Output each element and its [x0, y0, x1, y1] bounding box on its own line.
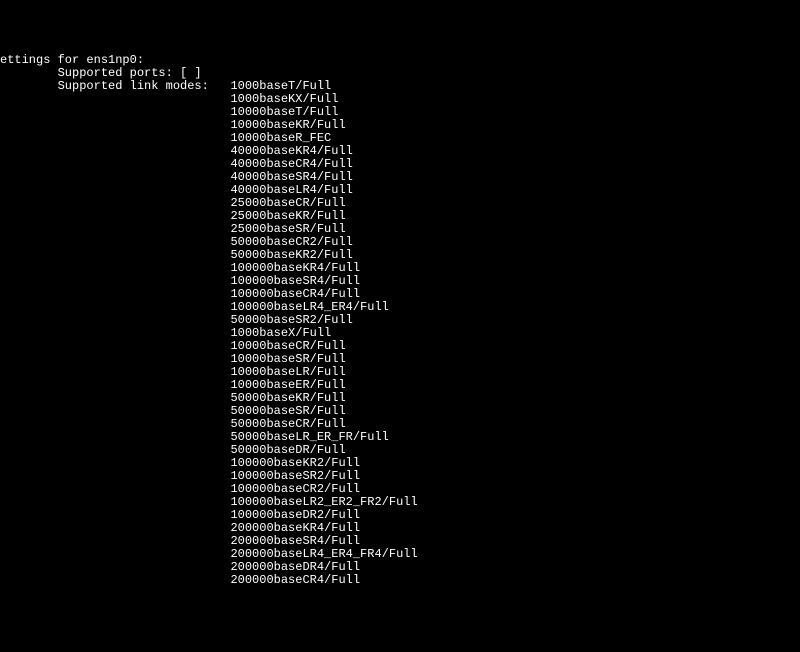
terminal-output: ettings for ens1np0: Supported ports: [ … — [0, 54, 800, 587]
link-mode-line: 200000baseSR4/Full — [0, 535, 800, 548]
link-mode-line: 200000baseDR4/Full — [0, 561, 800, 574]
link-mode-line: 200000baseKR4/Full — [0, 522, 800, 535]
link-mode-line: 100000baseDR2/Full — [0, 509, 800, 522]
link-mode-line: 200000baseCR4/Full — [0, 574, 800, 587]
link-mode-line: 200000baseLR4_ER4_FR4/Full — [0, 548, 800, 561]
